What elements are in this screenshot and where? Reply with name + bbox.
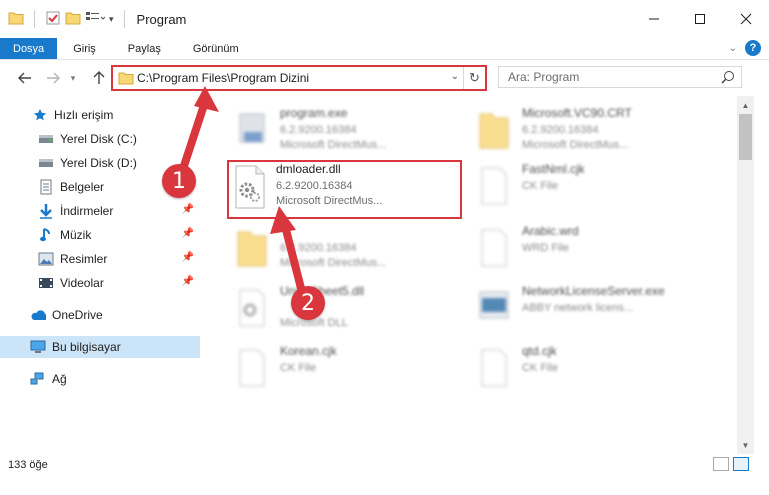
folder-icon	[234, 226, 274, 272]
sidebar-item-videos[interactable]: Videolar 📌	[0, 272, 200, 294]
list-item[interactable]: qtd.cjk CK File	[476, 344, 706, 400]
star-icon	[32, 107, 48, 123]
pin-icon[interactable]: 📌	[182, 252, 194, 263]
download-icon	[38, 203, 54, 219]
folder-icon	[118, 71, 134, 88]
step-badge-2: 2	[291, 286, 325, 320]
address-dropdown-icon[interactable]: ⌄	[451, 71, 459, 82]
list-item[interactable]: FastNml.cjk CK File	[476, 162, 706, 218]
sidebar-item-network[interactable]: Ağ	[0, 368, 200, 390]
tab-home[interactable]: Giriş	[57, 38, 112, 59]
sidebar-item-local-disk-c[interactable]: Yerel Disk (C:)	[0, 128, 200, 150]
up-button[interactable]	[88, 67, 110, 89]
list-item[interactable]: Arabic.wrd WRD File	[476, 224, 706, 280]
drive-icon	[38, 131, 54, 147]
blank-file-icon	[476, 226, 516, 272]
details-view-button[interactable]	[713, 457, 729, 471]
dll-gear-file-icon	[234, 286, 274, 332]
list-item[interactable]: Korean.cjk CK File	[234, 344, 464, 400]
blank-file-icon	[234, 346, 274, 392]
recent-locations-button[interactable]: ▾	[62, 67, 84, 89]
search-input[interactable]: Ara: Program	[498, 66, 742, 88]
music-icon	[38, 227, 54, 243]
list-item[interactable]: Microsoft.VC90.CRT 6.2.9200.16384 Micros…	[476, 106, 706, 162]
file-description: Microsoft DirectMus...	[276, 195, 383, 207]
minimize-button[interactable]	[631, 0, 677, 38]
qat-dropdown-icon[interactable]: ▾	[109, 14, 114, 25]
view-options-icon[interactable]	[85, 11, 106, 28]
list-item-dmloader-dll[interactable]: dmloader.dll 6.2.9200.16384 Microsoft Di…	[230, 162, 460, 218]
documents-icon	[38, 179, 54, 195]
cloud-icon	[30, 307, 46, 323]
sidebar-item-pictures[interactable]: Resimler 📌	[0, 248, 200, 270]
separator	[34, 10, 35, 28]
list-item[interactable]: NetworkLicenseServer.exe ABBY network li…	[476, 284, 706, 340]
forward-button[interactable]	[42, 67, 64, 89]
blank-file-icon	[476, 346, 516, 392]
ribbon-right-controls: ⌄ ?	[729, 40, 761, 56]
step-badge-1: 1	[162, 164, 196, 198]
search-icon	[721, 70, 735, 87]
drive-icon	[38, 155, 54, 171]
exe-file-icon	[234, 108, 274, 154]
sidebar-item-music[interactable]: Müzik 📌	[0, 224, 200, 246]
new-folder-icon[interactable]	[65, 11, 81, 28]
folder-icon	[8, 11, 24, 28]
window-title: Program	[136, 11, 187, 27]
list-item[interactable]: program.exe 6.2.9200.16384 Microsoft Dir…	[234, 106, 464, 162]
expand-ribbon-icon[interactable]: ⌄	[729, 43, 737, 54]
file-version: 6.2.9200.16384	[276, 180, 353, 192]
ribbon-tabs: Dosya Giriş Paylaş Görünüm ⌄ ?	[0, 38, 769, 60]
file-name: dmloader.dll	[276, 162, 341, 176]
pictures-icon	[38, 251, 54, 267]
scroll-thumb[interactable]	[739, 114, 752, 160]
address-bar[interactable]: C:\Program Files\Program Dizini ⌄ ↻	[111, 65, 487, 91]
blank-file-icon	[476, 164, 516, 210]
list-item[interactable]: 6.2.9200.16384 Microsoft DirectMus...	[234, 224, 464, 280]
scroll-up-button[interactable]: ▲	[737, 98, 754, 112]
close-button[interactable]	[723, 0, 769, 38]
exe-file-icon	[476, 286, 516, 332]
address-path[interactable]: C:\Program Files\Program Dizini	[137, 71, 309, 85]
status-bar: 133 öğe	[0, 454, 769, 476]
view-switcher	[713, 457, 749, 471]
sidebar-item-downloads[interactable]: İndirmeler 📌	[0, 200, 200, 222]
properties-icon[interactable]	[45, 10, 61, 29]
large-icons-view-button[interactable]	[733, 457, 749, 471]
folder-icon	[476, 108, 516, 154]
pin-icon[interactable]: 📌	[182, 204, 194, 215]
navigation-bar: ▾ C:\Program Files\Program Dizini ⌄ ↻ Ar…	[0, 60, 769, 96]
dll-gear-file-icon	[230, 164, 270, 210]
window-controls	[631, 0, 769, 38]
vertical-scrollbar[interactable]: ▲ ▼	[737, 96, 754, 454]
maximize-button[interactable]	[677, 0, 723, 38]
sidebar-item-this-pc[interactable]: Bu bilgisayar	[0, 336, 200, 358]
help-icon[interactable]: ?	[745, 40, 761, 56]
file-list: program.exe 6.2.9200.16384 Microsoft Dir…	[204, 96, 737, 450]
pin-icon[interactable]: 📌	[182, 276, 194, 287]
separator	[123, 10, 125, 28]
tab-view[interactable]: Görünüm	[177, 38, 255, 59]
refresh-button[interactable]: ↻	[463, 67, 485, 89]
tab-share[interactable]: Paylaş	[112, 38, 177, 59]
network-icon	[30, 371, 46, 387]
tab-file[interactable]: Dosya	[0, 38, 58, 59]
title-bar: ▾ Program	[0, 0, 769, 38]
back-button[interactable]	[14, 67, 36, 89]
sidebar-item-quick-access[interactable]: Hızlı erişim	[0, 104, 200, 126]
search-placeholder: Ara: Program	[508, 70, 580, 84]
navigation-pane: Hızlı erişim Yerel Disk (C:) Yerel Disk …	[0, 100, 204, 450]
sidebar-item-onedrive[interactable]: OneDrive	[0, 304, 200, 326]
quick-access-toolbar: ▾	[8, 10, 131, 29]
list-item[interactable]: UnicoSheet5.dll Microsoft DLL	[234, 284, 464, 340]
item-count: 133 öğe	[8, 459, 48, 471]
videos-icon	[38, 275, 54, 291]
pin-icon[interactable]: 📌	[182, 228, 194, 239]
scroll-down-button[interactable]: ▼	[737, 438, 754, 452]
computer-icon	[30, 339, 46, 355]
